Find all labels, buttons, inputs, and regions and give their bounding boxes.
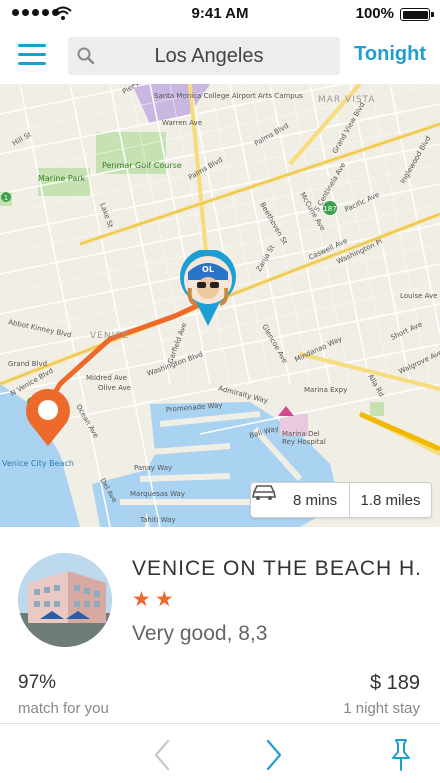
map-label-warren-ave: Warren Ave: [162, 119, 202, 127]
battery-percent: 100%: [355, 5, 394, 22]
destination-pin-icon[interactable]: [20, 382, 76, 448]
chevron-right-icon[interactable]: [262, 738, 286, 772]
map-label-louise: Louise Ave: [400, 292, 437, 300]
current-location-avatar-pin[interactable]: OL: [178, 250, 238, 328]
route-187-shield: 187: [323, 205, 336, 213]
map-label-panay: Panay Way: [134, 464, 172, 472]
map-label-marquesas: Marquesas Way: [130, 490, 185, 498]
battery-icon: [400, 8, 434, 21]
map-label-marina-expy: Marina Expy: [304, 386, 347, 394]
pushpin-icon[interactable]: [388, 738, 414, 772]
hotel-card[interactable]: VENICE ON THE BEACH H. ★ ★ Very good, 8,…: [0, 527, 440, 723]
hotel-name: VENICE ON THE BEACH H.: [132, 557, 422, 580]
star-icon: ★: [132, 588, 151, 611]
map-label-venice-city-beach: Venice City Beach: [2, 459, 74, 468]
map-label-santa-monica-college: Santa Monica College Airport Arts Campus: [154, 92, 303, 100]
map-label-grand-blvd: Grand Blvd: [8, 360, 47, 368]
travel-info-box: 8 mins 1.8 miles: [250, 482, 432, 518]
map-label-penmar-golf: Penmar Golf Course: [102, 161, 182, 170]
status-bar: 9:41 AM 100%: [0, 0, 440, 28]
map-label-olive: Olive Ave: [98, 384, 131, 392]
location-search-field[interactable]: Los Angeles: [68, 37, 340, 75]
map-label-marine-park: Marine Park: [38, 174, 86, 183]
match-percentage: 97%: [18, 672, 57, 693]
price-label: 1 night stay: [343, 700, 420, 717]
travel-duration: 8 mins: [293, 491, 338, 509]
map-label-mildred: Mildred Ave: [86, 374, 127, 382]
car-icon: [251, 483, 293, 517]
map-label-mar-vista: MAR VISTA: [318, 95, 376, 105]
hamburger-menu-icon[interactable]: [18, 44, 46, 68]
map-label-venice: VENICE: [90, 331, 129, 341]
map-label-tahiti: Tahiti Way: [139, 516, 176, 524]
route-1-shield: 1: [4, 194, 8, 202]
match-label: match for you: [18, 700, 109, 717]
star-icon: ★: [154, 588, 174, 611]
hotel-rating-text: Very good, 8,3: [132, 622, 268, 645]
search-icon: [77, 47, 95, 65]
hotel-star-rating: ★ ★: [132, 589, 174, 610]
tonight-button[interactable]: Tonight: [354, 43, 426, 66]
bottom-toolbar: [0, 723, 440, 783]
chevron-left-icon[interactable]: [150, 738, 174, 772]
svg-text:OL: OL: [202, 265, 214, 274]
hotel-price: $ 189: [369, 672, 420, 694]
hotel-photo[interactable]: [18, 553, 112, 647]
top-bar: Los Angeles Tonight: [0, 28, 440, 84]
search-input-value: Los Angeles: [154, 44, 264, 67]
map-label-marina-hospital: Marina Del Rey Hospital: [282, 430, 326, 446]
map-view[interactable]: Pier Ave Santa Monica College Airport Ar…: [0, 84, 440, 527]
travel-distance: 1.8 miles: [360, 491, 421, 509]
